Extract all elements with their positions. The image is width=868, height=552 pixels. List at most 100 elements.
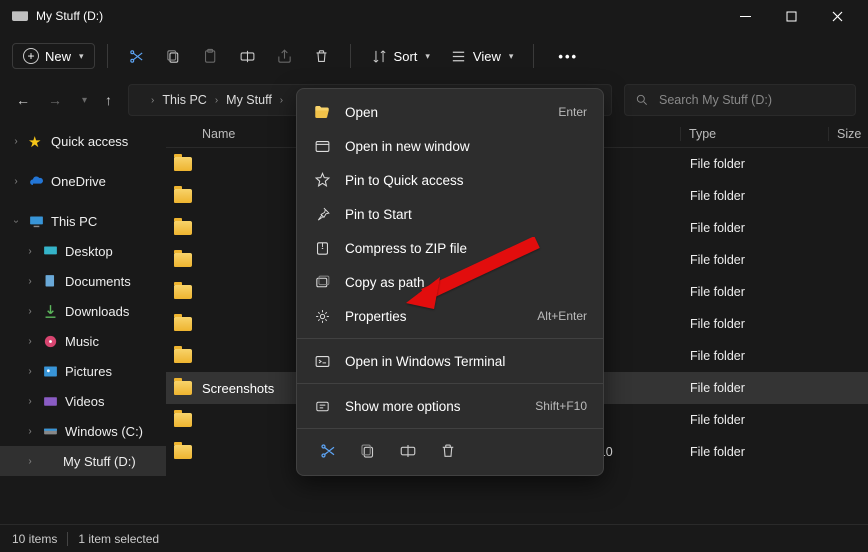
share-icon	[276, 48, 293, 65]
breadcrumb-item[interactable]: My Stuff	[226, 93, 272, 107]
copy-button[interactable]	[157, 42, 190, 71]
copy-icon	[359, 442, 377, 460]
close-button[interactable]	[814, 0, 860, 32]
file-type: File folder	[690, 349, 838, 363]
videos-icon	[42, 393, 59, 410]
plus-icon: +	[23, 48, 39, 64]
sidebar-quick-access[interactable]: ›★Quick access	[0, 126, 166, 156]
sidebar-item-documents[interactable]: ›Documents	[0, 266, 166, 296]
sidebar-this-pc[interactable]: ›This PC	[0, 206, 166, 236]
chevron-down-icon: ▾	[79, 51, 84, 62]
sidebar-item-music[interactable]: ›Music	[0, 326, 166, 356]
col-size[interactable]: Size	[828, 127, 861, 141]
properties-icon	[313, 308, 331, 325]
copy-path-icon	[313, 274, 331, 291]
pictures-icon	[42, 363, 59, 380]
folder-icon	[174, 157, 192, 171]
recent-button[interactable]: ▾	[82, 95, 87, 106]
more-button[interactable]: •••	[546, 43, 590, 70]
chevron-down-icon: ▾	[509, 51, 514, 62]
up-button[interactable]: ↑	[105, 92, 112, 108]
terminal-icon	[313, 353, 331, 370]
sidebar-item-pictures[interactable]: ›Pictures	[0, 356, 166, 386]
rename-icon	[239, 48, 256, 65]
trash-icon	[439, 442, 457, 460]
ctx-compress-zip[interactable]: Compress to ZIP file	[297, 231, 603, 265]
search-placeholder: Search My Stuff (D:)	[659, 93, 772, 107]
chevron-down-icon: ▾	[425, 51, 430, 62]
ctx-copy-as-path[interactable]: Copy as path	[297, 265, 603, 299]
ctx-open[interactable]: Open Enter	[297, 95, 603, 129]
sidebar-item-desktop[interactable]: ›Desktop	[0, 236, 166, 266]
nav-buttons: ← → ▾ ↑	[12, 92, 116, 108]
rename-button[interactable]	[231, 42, 264, 71]
chevron-right-icon: ›	[215, 95, 218, 106]
folder-icon	[174, 413, 192, 427]
back-button[interactable]: ←	[16, 92, 30, 108]
file-type: File folder	[690, 285, 838, 299]
ctx-open-terminal[interactable]: Open in Windows Terminal	[297, 344, 603, 378]
drive-icon	[42, 456, 57, 466]
sort-label: Sort	[394, 49, 418, 64]
sidebar-onedrive[interactable]: ›OneDrive	[0, 166, 166, 196]
folder-icon	[174, 221, 192, 235]
new-button[interactable]: + New ▾	[12, 43, 95, 69]
view-label: View	[473, 49, 501, 64]
breadcrumb-item[interactable]: This PC	[162, 93, 206, 107]
folder-icon	[174, 253, 192, 267]
col-type[interactable]: Type	[680, 127, 828, 141]
folder-icon	[174, 445, 192, 459]
cut-button[interactable]	[120, 42, 153, 71]
ctx-show-more-options[interactable]: Show more options Shift+F10	[297, 389, 603, 423]
file-type: File folder	[690, 413, 838, 427]
sidebar-item-downloads[interactable]: ›Downloads	[0, 296, 166, 326]
file-type: File folder	[690, 381, 838, 395]
forward-button[interactable]: →	[48, 92, 62, 108]
ctx-delete[interactable]	[439, 442, 457, 463]
drive-icon	[42, 423, 59, 440]
delete-button[interactable]	[305, 42, 338, 71]
sort-button[interactable]: Sort ▾	[363, 42, 438, 71]
toolbar: + New ▾ Sort ▾ View ▾ •••	[0, 32, 868, 80]
ctx-pin-quick-access[interactable]: Pin to Quick access	[297, 163, 603, 197]
search-icon	[635, 93, 649, 107]
file-type: File folder	[690, 253, 838, 267]
paste-icon	[202, 48, 219, 65]
sidebar-item-windows-c[interactable]: ›Windows (C:)	[0, 416, 166, 446]
window-title: My Stuff (D:)	[36, 9, 722, 23]
ctx-properties[interactable]: Properties Alt+Enter	[297, 299, 603, 333]
scissors-icon	[319, 442, 337, 460]
ctx-cut[interactable]	[319, 442, 337, 463]
status-bar: 10 items 1 item selected	[0, 524, 868, 552]
file-type: File folder	[690, 445, 838, 459]
sidebar-item-videos[interactable]: ›Videos	[0, 386, 166, 416]
downloads-icon	[42, 303, 59, 320]
view-button[interactable]: View ▾	[442, 42, 521, 71]
folder-icon	[174, 349, 192, 363]
sidebar-item-my-stuff-d[interactable]: ›My Stuff (D:)	[0, 446, 166, 476]
paste-button[interactable]	[194, 42, 227, 71]
ctx-open-new-window[interactable]: Open in new window	[297, 129, 603, 163]
ctx-rename[interactable]	[399, 442, 417, 463]
maximize-button[interactable]	[768, 0, 814, 32]
file-type: File folder	[690, 157, 838, 171]
ctx-action-bar	[297, 434, 603, 469]
minimize-button[interactable]	[722, 0, 768, 32]
ctx-copy[interactable]	[359, 442, 377, 463]
window-icon	[313, 138, 331, 155]
music-icon	[42, 333, 59, 350]
new-label: New	[45, 49, 71, 64]
share-button[interactable]	[268, 42, 301, 71]
chevron-right-icon: ›	[280, 95, 283, 106]
folder-icon	[174, 285, 192, 299]
sort-icon	[371, 48, 388, 65]
more-options-icon	[313, 398, 331, 415]
search-input[interactable]: Search My Stuff (D:)	[624, 84, 856, 116]
cloud-icon	[28, 173, 45, 190]
trash-icon	[313, 48, 330, 65]
star-icon: ★	[28, 133, 45, 150]
titlebar: My Stuff (D:)	[0, 0, 868, 32]
ctx-pin-to-start[interactable]: Pin to Start	[297, 197, 603, 231]
pin-star-icon	[313, 172, 331, 189]
drive-icon	[12, 11, 28, 21]
